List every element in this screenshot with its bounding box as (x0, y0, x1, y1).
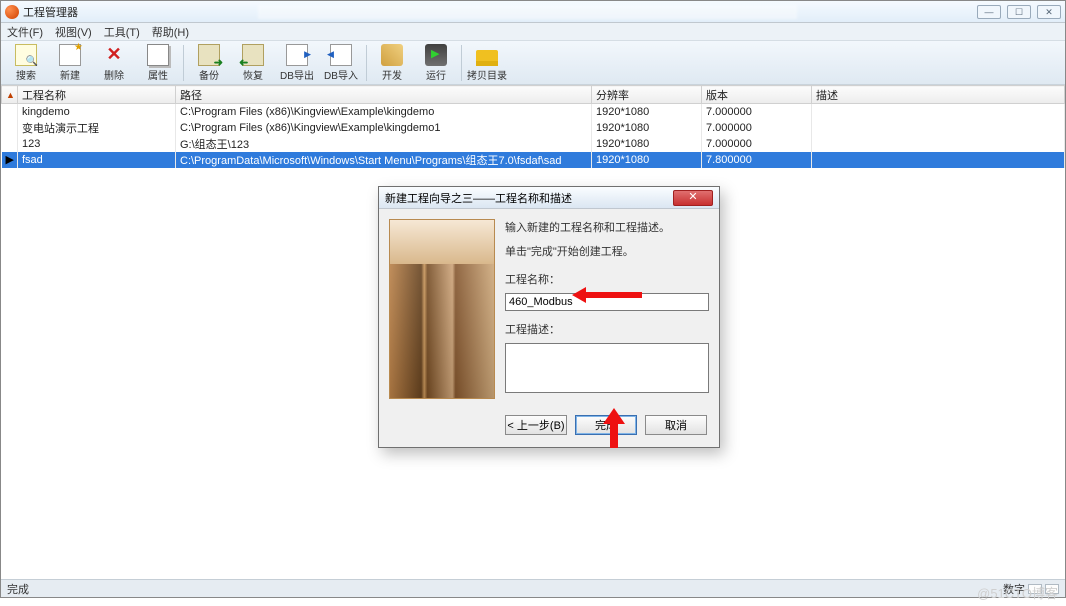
cell: 7.000000 (702, 104, 812, 120)
search-button[interactable]: 搜索 (5, 43, 47, 83)
run-icon (425, 44, 447, 66)
db-import-icon (330, 44, 352, 66)
dialog-title: 新建工程向导之三——工程名称和描述 (385, 190, 673, 206)
dbin-button[interactable]: DB导入 (320, 43, 362, 83)
back-button[interactable]: < 上一步(B) (505, 415, 567, 435)
new-button[interactable]: 新建 (49, 43, 91, 83)
cell: 7.000000 (702, 136, 812, 152)
window-title: 工程管理器 (23, 4, 78, 20)
new-project-wizard-dialog: 新建工程向导之三——工程名称和描述 ✕ 输入新建的工程名称和工程描述。 单击"完… (378, 186, 720, 448)
wizard-image (389, 219, 495, 399)
separator (461, 45, 462, 81)
col-res[interactable]: 分辨率 (592, 86, 702, 104)
row-indicator (2, 120, 18, 136)
row-indicator: ▶ (2, 152, 18, 168)
project-table: ▲ 工程名称 路径 分辨率 版本 描述 kingdemoC:\Program F… (1, 85, 1065, 168)
separator (183, 45, 184, 81)
cell: G:\组态王\123 (176, 136, 592, 152)
folder-icon (476, 50, 498, 66)
run-button[interactable]: 运行 (415, 43, 457, 83)
new-icon (59, 44, 81, 66)
maximize-button[interactable]: ☐ (1007, 5, 1031, 19)
menu-tools[interactable]: 工具(T) (104, 24, 140, 40)
col-name[interactable]: 工程名称 (18, 86, 176, 104)
table-row[interactable]: kingdemoC:\Program Files (x86)\Kingview\… (2, 104, 1065, 120)
project-name-input[interactable] (505, 293, 709, 311)
app-icon (5, 5, 19, 19)
menu-view[interactable]: 视图(V) (55, 24, 92, 40)
backup-icon (198, 44, 220, 66)
table-row[interactable]: ▶fsadC:\ProgramData\Microsoft\Windows\St… (2, 152, 1065, 168)
wizard-instruction-1: 输入新建的工程名称和工程描述。 (505, 219, 709, 235)
close-button[interactable]: ✕ (1037, 5, 1061, 19)
row-indicator (2, 104, 18, 120)
cancel-button[interactable]: 取消 (645, 415, 707, 435)
cell: 123 (18, 136, 176, 152)
cell: C:\ProgramData\Microsoft\Windows\Start M… (176, 152, 592, 168)
cell: 7.000000 (702, 120, 812, 136)
table-header: ▲ 工程名称 路径 分辨率 版本 描述 (2, 86, 1065, 104)
backup-button[interactable]: 备份 (188, 43, 230, 83)
title-blur (258, 5, 797, 19)
cell: C:\Program Files (x86)\Kingview\Example\… (176, 104, 592, 120)
search-icon (15, 44, 37, 66)
project-name-label: 工程名称： (505, 271, 709, 287)
cell: 变电站演示工程 (18, 120, 176, 136)
develop-icon (381, 44, 403, 66)
row-indicator (2, 136, 18, 152)
watermark: @51CTO博客 (977, 583, 1058, 602)
cell: 1920*1080 (592, 152, 702, 168)
cell (812, 136, 1065, 152)
wizard-instruction-2: 单击"完成"开始创建工程。 (505, 243, 709, 259)
status-bar: 完成 数字 (1, 579, 1065, 597)
toolbar: 搜索 新建 删除 属性 备份 恢复 DB导出 DB导入 开发 运行 拷贝目录 (1, 41, 1065, 85)
separator (366, 45, 367, 81)
restore-icon (242, 44, 264, 66)
cell: fsad (18, 152, 176, 168)
delete-button[interactable]: 删除 (93, 43, 135, 83)
prop-button[interactable]: 属性 (137, 43, 179, 83)
cell (812, 120, 1065, 136)
title-bar: 工程管理器 — ☐ ✕ (1, 1, 1065, 23)
dbout-button[interactable]: DB导出 (276, 43, 318, 83)
table-row[interactable]: 变电站演示工程C:\Program Files (x86)\Kingview\E… (2, 120, 1065, 136)
menu-file[interactable]: 文件(F) (7, 24, 43, 40)
project-desc-label: 工程描述： (505, 321, 709, 337)
status-text: 完成 (7, 581, 29, 597)
delete-icon (103, 44, 125, 66)
minimize-button[interactable]: — (977, 5, 1001, 19)
finish-button[interactable]: 完成 (575, 415, 637, 435)
cell (812, 152, 1065, 168)
col-path[interactable]: 路径 (176, 86, 592, 104)
cell: kingdemo (18, 104, 176, 120)
cell: 1920*1080 (592, 136, 702, 152)
dev-button[interactable]: 开发 (371, 43, 413, 83)
cell: C:\Program Files (x86)\Kingview\Example\… (176, 120, 592, 136)
copydir-button[interactable]: 拷贝目录 (466, 43, 508, 83)
cell (812, 104, 1065, 120)
db-export-icon (286, 44, 308, 66)
restore-button[interactable]: 恢复 (232, 43, 274, 83)
col-ver[interactable]: 版本 (702, 86, 812, 104)
properties-icon (147, 44, 169, 66)
cell: 1920*1080 (592, 120, 702, 136)
table-row[interactable]: 123G:\组态王\1231920*10807.000000 (2, 136, 1065, 152)
row-indicator-col[interactable]: ▲ (2, 86, 18, 104)
dialog-title-bar: 新建工程向导之三——工程名称和描述 ✕ (379, 187, 719, 209)
menu-help[interactable]: 帮助(H) (152, 24, 189, 40)
cell: 7.800000 (702, 152, 812, 168)
menu-bar: 文件(F) 视图(V) 工具(T) 帮助(H) (1, 23, 1065, 41)
dialog-close-button[interactable]: ✕ (673, 190, 713, 206)
project-desc-input[interactable] (505, 343, 709, 393)
cell: 1920*1080 (592, 104, 702, 120)
col-desc[interactable]: 描述 (812, 86, 1065, 104)
